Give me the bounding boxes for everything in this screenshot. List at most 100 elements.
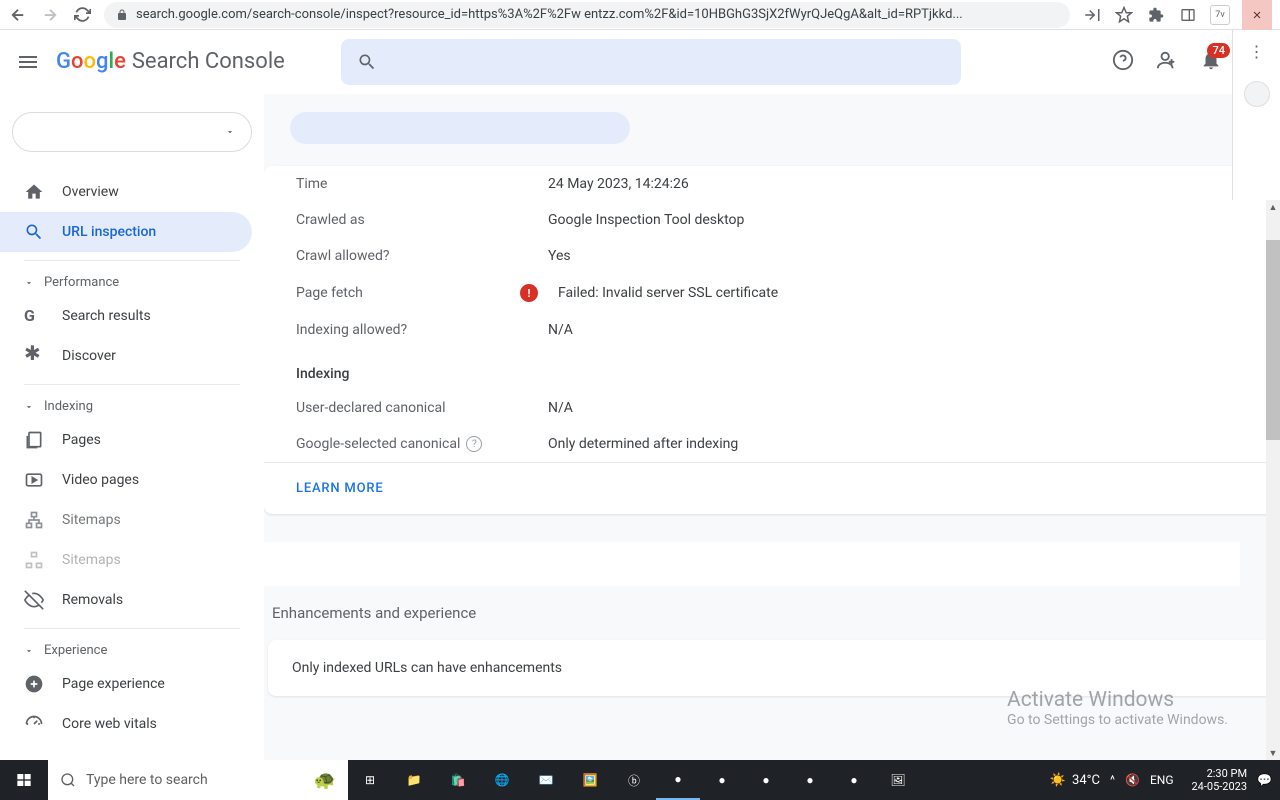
help-tooltip-icon[interactable]: ? [466, 436, 482, 452]
search-icon [24, 222, 44, 242]
google-wordmark: Google [56, 49, 126, 74]
search-icon [60, 772, 76, 788]
plus-circle-icon [24, 674, 44, 694]
detail-row-crawl-allowed: Crawl allowed? Yes [264, 238, 1276, 274]
sidebar-section-indexing[interactable]: Indexing [0, 385, 264, 420]
action-center-icon[interactable]: 💬 [1257, 773, 1272, 787]
sidebar-item-label: Pages [62, 432, 101, 448]
weather-widget[interactable]: ☀️ 34°C [1050, 773, 1100, 788]
chrome-icon-4[interactable]: ● [788, 760, 832, 800]
indexing-card: Time 24 May 2023, 14:24:26 Crawled as Go… [264, 166, 1276, 514]
tray-chevron-icon[interactable]: ^ [1110, 773, 1115, 787]
sidebar-item-core-web-vitals[interactable]: Core web vitals [0, 704, 252, 744]
detail-row-page-fetch: Page fetch !Failed: Invalid server SSL c… [264, 274, 1276, 312]
close-button[interactable] [1242, 0, 1272, 30]
forward-button[interactable] [40, 5, 60, 25]
sidebar-item-sitemaps-dup[interactable]: Sitemaps [0, 540, 252, 580]
asterisk-icon: ✱ [24, 346, 44, 366]
sidebar-item-pages[interactable]: Pages [0, 420, 252, 460]
help-icon[interactable] [1112, 49, 1134, 75]
panel-icon[interactable] [1178, 5, 1198, 25]
image-icon[interactable]: 🖼 [876, 760, 920, 800]
scroll-up[interactable]: ▲ [1266, 200, 1280, 214]
browser-toolbar: search.google.com/search-console/inspect… [0, 0, 1280, 30]
extensions-icon[interactable] [1146, 5, 1166, 25]
chrome-icon[interactable]: ● [656, 760, 700, 800]
chevron-down-icon [24, 278, 34, 288]
sidebar-item-discover[interactable]: ✱ Discover [0, 336, 252, 376]
inspected-url-pill[interactable] [290, 112, 630, 144]
share-icon[interactable] [1082, 5, 1102, 25]
store-icon[interactable]: 🛍️ [436, 760, 480, 800]
sitemap-icon [24, 510, 44, 530]
volume-icon[interactable]: 🔇 [1125, 773, 1140, 787]
clock[interactable]: 2:30 PM 24-05-2023 [1184, 767, 1248, 793]
sidebar-item-page-experience[interactable]: Page experience [0, 664, 252, 704]
sidebar-section-performance[interactable]: Performance [0, 261, 264, 296]
detail-row-user-canonical: User-declared canonical N/A [264, 390, 1276, 426]
task-view-icon[interactable]: ⊞ [348, 760, 392, 800]
sidebar-item-video-pages[interactable]: Video pages [0, 460, 252, 500]
taskbar-search[interactable]: Type here to search 🐢 [48, 760, 348, 800]
lock-icon [116, 9, 128, 21]
property-selector[interactable] [12, 112, 252, 152]
sidebar-item-label: Core web vitals [62, 716, 157, 732]
sidebar-item-label: Search results [62, 308, 151, 324]
chrome-icon-3[interactable]: ● [744, 760, 788, 800]
home-icon [24, 182, 44, 202]
chrome-icon-5[interactable]: ● [832, 760, 876, 800]
scroll-down[interactable]: ▼ [1266, 746, 1280, 760]
bookmark-icon[interactable] [1114, 5, 1134, 25]
profile-icon[interactable]: 7v [1210, 5, 1230, 25]
sidebar-section-experience[interactable]: Experience [0, 629, 264, 664]
detail-row-time: Time 24 May 2023, 14:24:26 [264, 166, 1276, 202]
chevron-down-icon [225, 127, 235, 137]
language-indicator[interactable]: ENG [1150, 773, 1174, 787]
sidebar-item-url-inspection[interactable]: URL inspection [0, 212, 252, 252]
url-text: search.google.com/search-console/inspect… [136, 7, 963, 22]
notifications-icon[interactable]: 74 [1200, 49, 1222, 75]
sidebar-item-search-results[interactable]: G Search results [0, 296, 252, 336]
menu-icon[interactable] [16, 50, 40, 74]
sidebar-item-removals[interactable]: Removals [0, 580, 252, 620]
edge-icon[interactable]: 🌐 [480, 760, 524, 800]
start-button[interactable] [0, 760, 48, 800]
chrome-side-panel: ⋮ [1232, 30, 1280, 200]
sidebar: Overview URL inspection Performance G Se… [0, 94, 264, 764]
g-icon: G [24, 306, 44, 326]
chrome-menu-icon[interactable]: ⋮ [1249, 42, 1265, 61]
error-icon: ! [520, 284, 538, 302]
scroll-thumb[interactable] [1266, 240, 1280, 440]
sidebar-item-label: Page experience [62, 676, 165, 692]
bing-icon[interactable]: ⓑ [612, 760, 656, 800]
back-button[interactable] [8, 5, 28, 25]
enhancements-card: Only indexed URLs can have enhancements [268, 640, 1272, 696]
detail-row-google-canonical: Google-selected canonical? Only determin… [264, 426, 1276, 462]
enhancements-title: Enhancements and experience [268, 594, 1272, 640]
sidebar-item-label: Sitemaps [62, 512, 121, 528]
address-bar[interactable]: search.google.com/search-console/inspect… [104, 2, 1070, 28]
detail-row-crawled-as: Crawled as Google Inspection Tool deskto… [264, 202, 1276, 238]
chevron-down-icon [24, 646, 34, 656]
whitespace-gap [264, 542, 1240, 586]
reload-button[interactable] [72, 5, 92, 25]
learn-more-link[interactable]: LEARN MORE [264, 463, 1276, 514]
search-icon [357, 52, 377, 72]
pages-icon [24, 430, 44, 450]
sidebar-item-overview[interactable]: Overview [0, 172, 252, 212]
inspect-search-bar[interactable] [341, 39, 961, 85]
sidebar-item-label: Video pages [62, 472, 139, 488]
sidebar-item-label: Sitemaps [62, 552, 121, 568]
mail-icon[interactable]: ✉️ [524, 760, 568, 800]
photos-icon[interactable]: 🖼️ [568, 760, 612, 800]
sidebar-item-label: Overview [62, 184, 119, 200]
user-settings-icon[interactable] [1156, 49, 1178, 75]
sidebar-item-sitemaps[interactable]: Sitemaps [0, 500, 252, 540]
turtle-emoji: 🐢 [314, 770, 336, 791]
chrome-icon-2[interactable]: ● [700, 760, 744, 800]
profile-avatar[interactable] [1244, 81, 1270, 107]
sidebar-item-label: Discover [62, 348, 116, 364]
product-name: Search Console [132, 49, 285, 74]
logo[interactable]: Google Search Console [56, 49, 285, 74]
explorer-icon[interactable]: 📁 [392, 760, 436, 800]
